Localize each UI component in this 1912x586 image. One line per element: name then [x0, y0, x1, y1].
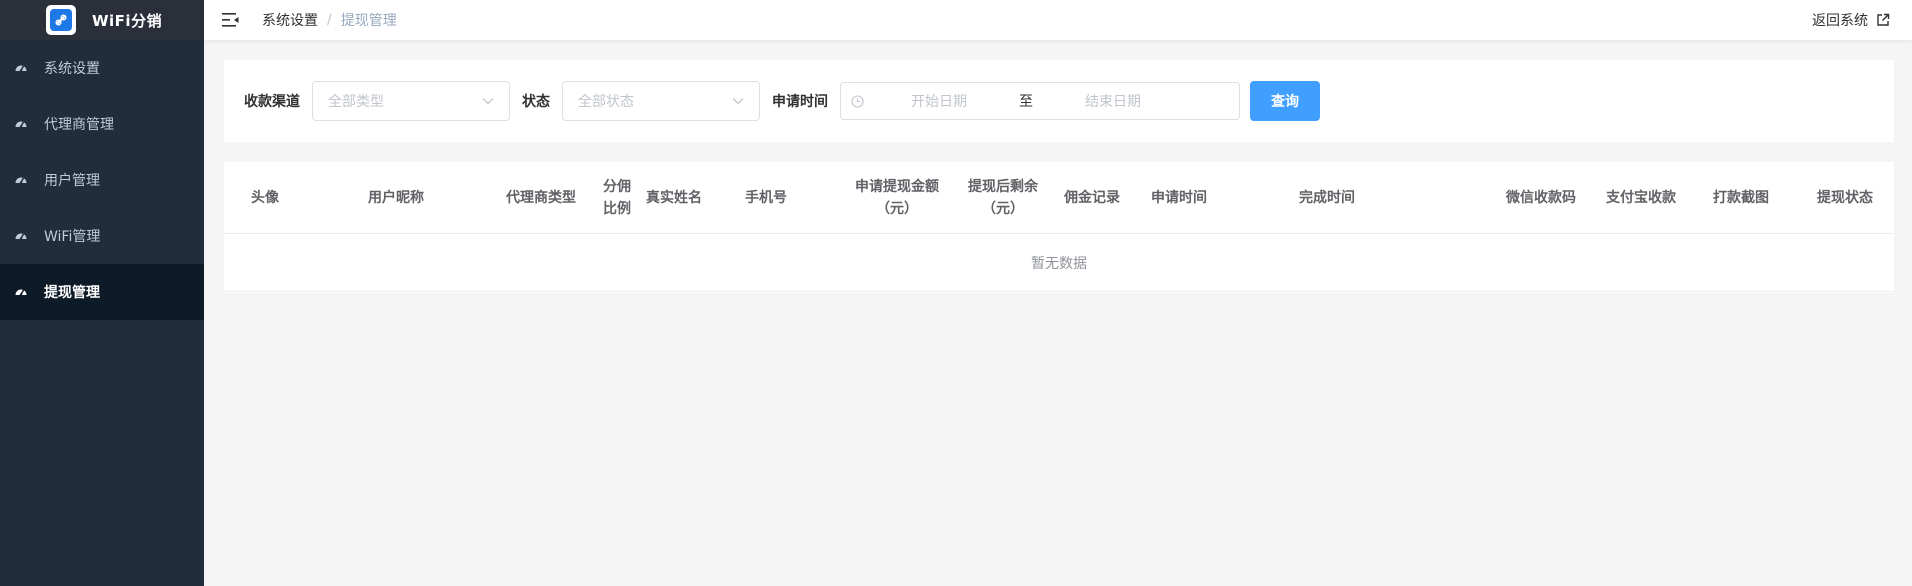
clock-icon [851, 94, 864, 108]
sidebar-item-withdrawal-management[interactable]: 提现管理 [0, 264, 204, 320]
dashboard-icon [14, 173, 28, 187]
dashboard-icon [14, 61, 28, 75]
column-header: 佣金记录 [1064, 190, 1120, 206]
return-system-link[interactable]: 返回系统 [1812, 0, 1890, 40]
query-button[interactable]: 查询 [1250, 81, 1320, 121]
status-select-placeholder: 全部状态 [578, 94, 634, 110]
date-range-picker[interactable]: 开始日期 至 结束日期 [840, 82, 1240, 120]
column-header: 申请时间 [1151, 190, 1207, 206]
date-range-separator: 至 [1019, 94, 1033, 110]
column-header: 真实姓名 [646, 190, 702, 206]
sidebar-logo[interactable]: WiFi分销 [0, 0, 204, 40]
column-header: 打款截图 [1713, 190, 1769, 206]
return-system-label: 返回系统 [1812, 13, 1868, 29]
sidebar-item-system-settings[interactable]: 系统设置 [0, 40, 204, 96]
sidebar-item-wifi-management[interactable]: WiFi管理 [0, 208, 204, 264]
sidebar-item-agent-management[interactable]: 代理商管理 [0, 96, 204, 152]
column-header: 完成时间 [1299, 190, 1355, 206]
sidebar-item-label: 系统设置 [44, 61, 100, 77]
status-filter-label: 状态 [522, 94, 550, 110]
column-header: 分佣 比例 [603, 179, 631, 217]
sidebar-menu: 系统设置 代理商管理 用户管理 WiFi管理 提现管理 [0, 40, 204, 320]
column-header: 提现后剩余 （元） [968, 179, 1038, 217]
channel-select-placeholder: 全部类型 [328, 94, 384, 110]
breadcrumb: 系统设置 / 提现管理 [262, 10, 397, 30]
dashboard-icon [14, 285, 28, 299]
column-header: 申请提现金额 （元） [855, 179, 939, 217]
status-select[interactable]: 全部状态 [562, 81, 760, 121]
sidebar-item-label: 代理商管理 [44, 117, 114, 133]
chevron-down-icon [482, 98, 494, 105]
channel-select[interactable]: 全部类型 [312, 81, 510, 121]
app-logo-icon [46, 5, 76, 35]
dashboard-icon [14, 117, 28, 131]
breadcrumb-separator: / [327, 12, 332, 28]
dashboard-icon [14, 229, 28, 243]
breadcrumb-item-current: 提现管理 [340, 13, 397, 29]
sidebar-item-label: WiFi管理 [44, 229, 101, 245]
start-date-input[interactable]: 开始日期 [864, 91, 1014, 111]
column-header: 提现状态 [1817, 190, 1873, 206]
table-empty-state: 暂无数据 [224, 234, 1894, 292]
chevron-down-icon [732, 98, 744, 105]
table-header: 头像 用户昵称 代理商类型 分佣 比例 真实姓名 手机号 申请提现金额 （元） 提现… [224, 162, 1894, 234]
apply-time-filter-label: 申请时间 [772, 94, 828, 110]
column-header: 支付宝收款 [1606, 190, 1676, 206]
external-link-icon [1877, 13, 1890, 26]
channel-filter-label: 收款渠道 [244, 94, 300, 110]
column-header: 代理商类型 [506, 190, 576, 206]
sidebar: WiFi分销 系统设置 代理商管理 用户管理 WiFi管理 提现管理 [0, 0, 204, 586]
column-header: 手机号 [745, 190, 787, 206]
app-title: WiFi分销 [92, 11, 163, 30]
end-date-input[interactable]: 结束日期 [1038, 91, 1188, 111]
column-header: 微信收款码 [1506, 190, 1576, 206]
column-header: 头像 [251, 190, 279, 206]
sidebar-item-user-management[interactable]: 用户管理 [0, 152, 204, 208]
withdrawal-table: 头像 用户昵称 代理商类型 分佣 比例 真实姓名 手机号 申请提现金额 （元） 提现… [224, 162, 1894, 293]
sidebar-item-label: 提现管理 [44, 285, 100, 301]
top-navbar: 系统设置 / 提现管理 返回系统 [204, 0, 1912, 40]
filter-panel: 收款渠道 全部类型 状态 全部状态 申请时间 开始日期 至 结束日期 查询 [224, 60, 1894, 142]
sidebar-item-label: 用户管理 [44, 173, 100, 189]
breadcrumb-item-system-settings[interactable]: 系统设置 [262, 10, 318, 30]
column-header: 用户昵称 [368, 190, 424, 206]
menu-fold-icon[interactable] [222, 12, 240, 28]
